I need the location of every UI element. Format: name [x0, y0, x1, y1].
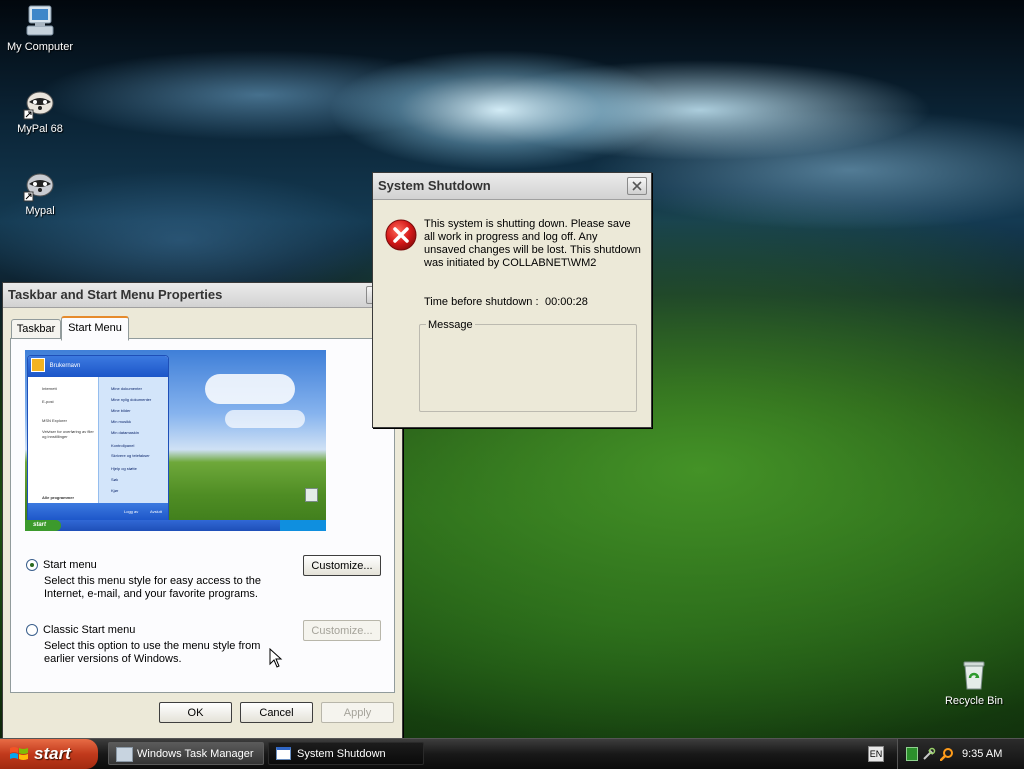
system-tray: 9:35 AM	[897, 739, 1024, 769]
window-title: Taskbar and Start Menu Properties	[8, 287, 223, 302]
desktop-icon-recycle-bin[interactable]: Recycle Bin	[934, 658, 1014, 707]
customize-classic-menu-button[interactable]: Customize...	[303, 620, 381, 641]
preview-left-item: Veiviser for overføring av filer og inns…	[42, 429, 94, 439]
cancel-button[interactable]: Cancel	[240, 702, 313, 723]
clock[interactable]: 9:35 AM	[962, 739, 1002, 769]
desktop-icon-label: Mypal	[25, 205, 55, 217]
computer-icon	[23, 4, 57, 38]
preview-right-item: Mine dokumenter	[111, 386, 142, 391]
mouse-pointer-icon	[269, 648, 283, 668]
desktop: My Computer MyPal 68 Mypal Recycle Bin T…	[0, 0, 1024, 738]
network-icon[interactable]	[906, 747, 918, 761]
desktop-icon-label: MyPal 68	[17, 123, 63, 135]
window-titlebar[interactable]: Taskbar and Start Menu Properties ?	[3, 283, 402, 308]
taskbar-button-label: Windows Task Manager	[137, 748, 254, 760]
preview-user-name: Brukernavn	[49, 363, 81, 369]
start-menu-option-description: Select this menu style for easy access t…	[44, 575, 262, 600]
window-title: System Shutdown	[378, 178, 491, 193]
error-icon	[385, 219, 417, 251]
preview-left-item: MSN Explorer	[42, 418, 67, 423]
preview-taskbar: start	[25, 520, 326, 531]
desktop-icon-mypal[interactable]: Mypal	[0, 168, 80, 217]
shutdown-message: This system is shutting down. Please sav…	[424, 218, 641, 269]
preview-recycle-bin-icon	[305, 488, 318, 502]
start-menu-option-label[interactable]: Start menu	[43, 559, 97, 571]
search-icon[interactable]	[940, 747, 954, 761]
windows-logo-icon	[10, 747, 28, 760]
close-button[interactable]	[627, 177, 647, 195]
preview-tray	[280, 520, 326, 531]
taskbar-button-label: System Shutdown	[297, 748, 386, 760]
preview-all-programs: Alle programmer	[42, 495, 75, 500]
preview-shutdown: Avslutt	[150, 509, 162, 514]
desktop-icon-label: Recycle Bin	[944, 695, 1004, 707]
preview-left-item: Internett	[42, 386, 57, 391]
preview-right-item: Min datamaskin	[111, 430, 140, 435]
preview-start-button: start	[25, 520, 61, 531]
preview-left-column: Internett E-post MSN Explorer Veiviser f…	[28, 377, 98, 503]
classic-start-menu-option-description: Select this option to use the menu style…	[44, 640, 261, 665]
classic-start-menu-option-label[interactable]: Classic Start menu	[43, 624, 135, 636]
desktop-icon-label: My Computer	[6, 41, 74, 53]
recycle-bin-icon	[957, 658, 991, 692]
preview-right-item: Kontrollpanel	[111, 443, 135, 448]
start-menu-radio[interactable]	[26, 559, 38, 571]
raccoon-icon	[23, 168, 57, 202]
desktop-icon-my-computer[interactable]: My Computer	[0, 4, 80, 53]
close-icon	[632, 181, 642, 191]
preview-right-item: Kjør	[111, 488, 119, 493]
taskbar-button-task-manager[interactable]: Windows Task Manager	[108, 742, 264, 765]
message-groupbox: Message	[419, 319, 637, 412]
preview-footer: Logg av Avslutt	[28, 503, 168, 521]
preview-left-item: E-post	[42, 399, 54, 404]
customize-start-menu-button[interactable]: Customize...	[303, 555, 381, 576]
system-shutdown-dialog: System Shutdown This system is shutting …	[372, 172, 652, 428]
taskbar: start Windows Task Manager System Shutdo…	[0, 738, 1024, 769]
preview-right-item: Søk	[111, 477, 119, 482]
ok-button[interactable]: OK	[159, 702, 232, 723]
preview-right-item: Min musikk	[111, 419, 132, 424]
preview-right-item: Mine bilder	[111, 408, 131, 413]
window-icon	[276, 747, 291, 760]
taskbar-properties-window: Taskbar and Start Menu Properties ? Task…	[2, 282, 403, 738]
classic-start-menu-radio[interactable]	[26, 624, 38, 636]
start-menu-preview: Brukernavn Internett E-post MSN Explorer…	[25, 350, 326, 531]
message-groupbox-label: Message	[426, 319, 475, 331]
preview-right-item: Mine nylig dokumenter	[111, 397, 152, 402]
preview-clouds	[205, 374, 295, 404]
language-indicator[interactable]: EN	[868, 746, 884, 762]
taskbar-button-system-shutdown[interactable]: System Shutdown	[268, 742, 424, 765]
preview-logoff: Logg av	[124, 509, 139, 514]
preview-right-column: Mine dokumenter Mine nylig dokumenter Mi…	[98, 377, 168, 503]
raccoon-icon	[23, 86, 57, 120]
window-titlebar[interactable]: System Shutdown	[373, 173, 651, 200]
tab-start-menu[interactable]: Start Menu	[61, 316, 129, 341]
preview-start-menu: Brukernavn Internett E-post MSN Explorer…	[27, 355, 169, 522]
desktop-icon-mypal-68[interactable]: MyPal 68	[0, 86, 80, 135]
time-before-shutdown-value: 00:00:28	[545, 296, 588, 308]
time-before-shutdown-label: Time before shutdown :	[424, 296, 539, 308]
start-label: start	[34, 744, 71, 763]
start-button[interactable]: start	[0, 739, 98, 769]
preview-clouds	[225, 410, 305, 428]
tools-icon[interactable]	[922, 747, 936, 761]
tab-taskbar[interactable]: Taskbar	[11, 319, 61, 338]
task-manager-icon	[116, 747, 133, 762]
apply-button[interactable]: Apply	[321, 702, 394, 723]
tab-panel: Brukernavn Internett E-post MSN Explorer…	[10, 338, 395, 693]
preview-right-item: Skrivere og telefakser	[111, 453, 150, 458]
preview-right-item: Hjelp og støtte	[111, 466, 137, 471]
user-avatar	[31, 358, 45, 373]
preview-user-header: Brukernavn	[28, 356, 168, 377]
